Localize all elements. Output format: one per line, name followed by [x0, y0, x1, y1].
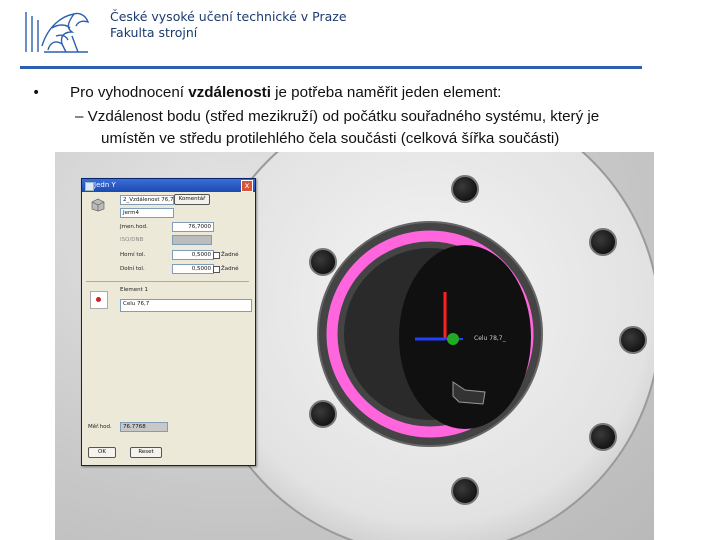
element-label: Element 1 — [120, 287, 149, 293]
dialog-title: Jedn Y — [94, 181, 116, 189]
lower-none-label: Žadné — [221, 266, 239, 272]
reset-button[interactable]: Reset — [130, 447, 162, 458]
measured-point — [447, 333, 459, 345]
dialog-titlebar[interactable]: Jedn Y x — [82, 179, 255, 192]
isocode-label: ISO/DNB — [120, 237, 144, 243]
university-name: České vysoké učení technické v Praze — [110, 9, 347, 24]
isocode-field[interactable] — [172, 235, 212, 245]
header-rule — [20, 66, 642, 69]
bullet-dot: • — [32, 85, 41, 101]
point-label: Celu 78,7_ — [474, 335, 506, 342]
measured-field: 76.7768 — [120, 422, 168, 432]
point-element-icon — [90, 291, 108, 309]
ok-button[interactable]: OK — [88, 447, 116, 458]
bullet-main: Pro vyhodnocení vzdálenosti je potřeba n… — [70, 84, 502, 101]
upper-none-checkbox[interactable] — [213, 252, 220, 259]
faculty-name: Fakulta strojní — [110, 25, 198, 40]
lower-tol-label: Dolní tol. — [120, 266, 145, 272]
window-icon — [85, 182, 94, 191]
cube-icon — [90, 197, 106, 212]
comment-button[interactable]: Komentář — [174, 194, 210, 205]
nominal-label: Jmen.hod. — [120, 224, 148, 230]
bold-word: vzdálenosti — [188, 84, 271, 101]
cvut-logo — [25, 12, 90, 53]
lower-tol-field[interactable]: 0,5000 — [172, 264, 214, 274]
distance-dialog[interactable]: Jedn Y x 2_Vzdálenost 76,7 Komentář Jerm… — [81, 178, 256, 466]
element-field[interactable]: Celu 76,7 — [120, 299, 252, 312]
upper-tol-label: Horní tol. — [120, 252, 146, 258]
header-text: České vysoké učení technické v Praze Fak… — [110, 9, 347, 41]
sub-bullet-line2: umístěn ve středu protilehlého čela souč… — [101, 130, 560, 147]
close-button[interactable]: x — [241, 180, 253, 192]
nominal-field[interactable]: 76,7000 — [172, 222, 214, 232]
upper-none-label: Žadné — [221, 252, 239, 258]
lower-none-checkbox[interactable] — [213, 266, 220, 273]
name-field[interactable]: 2_Vzdálenost 76,7 — [120, 195, 174, 205]
sub-bullet-line1: – Vzdálenost bodu (střed mezikruží) od p… — [75, 108, 600, 125]
measured-label: Měř.hod. — [88, 424, 112, 430]
upper-tol-field[interactable]: 0,5000 — [172, 250, 214, 260]
unit-select[interactable]: Jerm4 — [120, 208, 174, 218]
group-divider — [86, 281, 249, 282]
